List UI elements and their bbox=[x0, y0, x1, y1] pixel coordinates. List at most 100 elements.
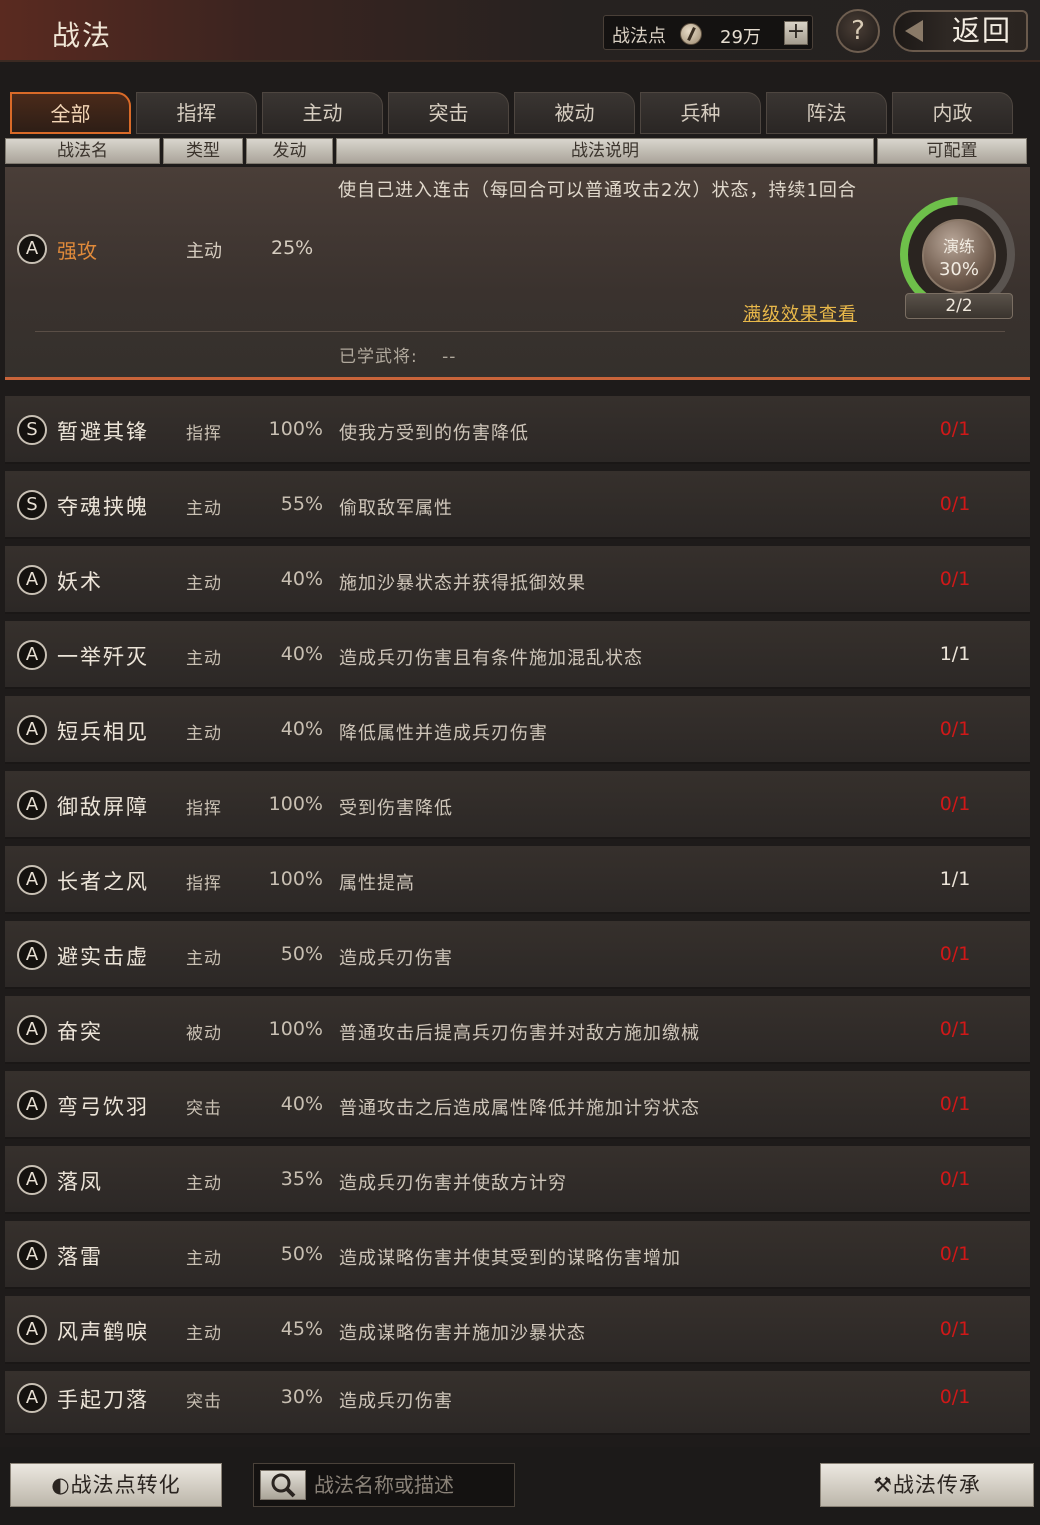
tactic-configurable-count: 1/1 bbox=[939, 643, 971, 665]
tactic-row[interactable]: A 御敌屏障 指挥 100% 受到伤害降低 0/1 bbox=[5, 771, 1030, 839]
tactic-description: 造成兵刃伤害并使敌方计穷 bbox=[339, 1173, 567, 1194]
search-box bbox=[253, 1463, 515, 1507]
tactic-description: 造成兵刃伤害 bbox=[339, 1391, 453, 1412]
column-header-name[interactable]: 战法名 bbox=[5, 138, 160, 164]
tactic-rate: 35% bbox=[280, 1168, 323, 1190]
tactic-description: 属性提高 bbox=[339, 873, 415, 894]
column-header-description: 战法说明 bbox=[336, 138, 874, 164]
tactic-name: 落雷 bbox=[57, 1245, 103, 1269]
grade-badge: A bbox=[17, 865, 47, 895]
back-label: 返回 bbox=[951, 14, 1012, 47]
page-title: 战法 bbox=[52, 19, 113, 52]
tactic-rate: 55% bbox=[280, 493, 323, 515]
column-header-type[interactable]: 类型 bbox=[163, 138, 243, 164]
tactic-type: 主动 bbox=[186, 499, 222, 519]
convert-label: 战法点转化 bbox=[70, 1473, 181, 1497]
tab-all[interactable]: 全部 bbox=[10, 92, 131, 134]
tactic-configurable-count: 0/1 bbox=[939, 1243, 971, 1265]
tactic-type: 主动 bbox=[186, 1249, 222, 1269]
practice-button[interactable]: 演练 30% bbox=[922, 219, 996, 293]
tactic-description: 造成兵刃伤害且有条件施加混乱状态 bbox=[339, 648, 643, 669]
category-tabs: 全部 指挥 主动 突击 被动 兵种 阵法 内政 bbox=[10, 92, 1030, 136]
tactic-row[interactable]: A 落凤 主动 35% 造成兵刃伤害并使敌方计穷 0/1 bbox=[5, 1146, 1030, 1214]
tactic-row[interactable]: S 暂避其锋 指挥 100% 使我方受到的伤害降低 0/1 bbox=[5, 396, 1030, 464]
grade-badge: A bbox=[17, 1240, 47, 1270]
tab-passive[interactable]: 被动 bbox=[514, 92, 635, 134]
tactic-name: 御敌屏障 bbox=[57, 795, 149, 819]
tactic-description: 使我方受到的伤害降低 bbox=[339, 423, 529, 444]
tab-command[interactable]: 指挥 bbox=[136, 92, 257, 134]
tactic-configurable-count: 0/1 bbox=[939, 493, 971, 515]
tactic-description: 使自己进入连击（每回合可以普通攻击2次）状态，持续1回合 bbox=[338, 180, 857, 201]
tactic-description: 降低属性并造成兵刃伤害 bbox=[339, 723, 548, 744]
tactic-row[interactable]: A 长者之风 指挥 100% 属性提高 1/1 bbox=[5, 846, 1030, 914]
tactic-description: 偷取敌军属性 bbox=[339, 498, 453, 519]
tactic-row[interactable]: A 一举歼灭 主动 40% 造成兵刃伤害且有条件施加混乱状态 1/1 bbox=[5, 621, 1030, 689]
help-button[interactable]: ? bbox=[836, 9, 880, 53]
search-input[interactable] bbox=[314, 1468, 510, 1502]
tactic-name: 短兵相见 bbox=[57, 720, 149, 744]
tactic-name: 长者之风 bbox=[57, 870, 149, 894]
column-header-rate[interactable]: 发动 bbox=[246, 138, 333, 164]
tactic-row[interactable]: A 短兵相见 主动 40% 降低属性并造成兵刃伤害 0/1 bbox=[5, 696, 1030, 764]
tactic-rate: 50% bbox=[280, 943, 323, 965]
tactic-configurable-count: 0/1 bbox=[939, 943, 971, 965]
column-header-configurable[interactable]: 可配置 bbox=[877, 138, 1027, 164]
tactic-level: 2/2 bbox=[905, 293, 1013, 319]
grade-badge: A bbox=[17, 234, 47, 264]
tab-active[interactable]: 主动 bbox=[262, 92, 383, 134]
add-points-button[interactable]: + bbox=[784, 21, 808, 45]
tactic-name: 暂避其锋 bbox=[57, 420, 149, 444]
tactic-type: 主动 bbox=[186, 574, 222, 594]
grade-badge: A bbox=[17, 1090, 47, 1120]
search-button[interactable] bbox=[260, 1470, 306, 1500]
convert-points-button[interactable]: ◐战法点转化 bbox=[10, 1463, 222, 1507]
tactic-description: 受到伤害降低 bbox=[339, 798, 453, 819]
tactic-row[interactable]: A 手起刀落 突击 30% 造成兵刃伤害 0/1 bbox=[5, 1371, 1030, 1435]
tactic-description: 造成谋略伤害并使其受到的谋略伤害增加 bbox=[339, 1248, 681, 1269]
tactic-name: 弯弓饮羽 bbox=[57, 1095, 149, 1119]
tactic-description: 造成谋略伤害并施加沙暴状态 bbox=[339, 1323, 586, 1344]
tactic-points-value: 29万 bbox=[720, 27, 761, 48]
tactic-rate: 50% bbox=[280, 1243, 323, 1265]
bottom-bar: ◐战法点转化 ⚒战法传承 bbox=[0, 1447, 1040, 1525]
tactic-row[interactable]: A 落雷 主动 50% 造成谋略伤害并使其受到的谋略伤害增加 0/1 bbox=[5, 1221, 1030, 1289]
tactic-rate: 25% bbox=[271, 237, 314, 259]
tactic-configurable-count: 0/1 bbox=[939, 1168, 971, 1190]
selected-tactic-detail[interactable]: A 强攻 主动 25% 使自己进入连击（每回合可以普通攻击2次）状态，持续1回合… bbox=[5, 167, 1030, 380]
tactic-configurable-count: 0/1 bbox=[939, 1093, 971, 1115]
detail-divider bbox=[35, 331, 1005, 332]
grade-badge: A bbox=[17, 1015, 47, 1045]
tab-formation[interactable]: 阵法 bbox=[766, 92, 887, 134]
full-level-effect-link[interactable]: 满级效果查看 bbox=[743, 300, 857, 326]
tactic-row[interactable]: A 避实击虚 主动 50% 造成兵刃伤害 0/1 bbox=[5, 921, 1030, 989]
tactic-rate: 30% bbox=[280, 1386, 323, 1408]
inherit-tactic-button[interactable]: ⚒战法传承 bbox=[820, 1463, 1034, 1507]
tactic-name: 落凤 bbox=[57, 1170, 103, 1194]
tactic-name: 一举歼灭 bbox=[57, 645, 149, 669]
tactic-configurable-count: 0/1 bbox=[939, 793, 971, 815]
tactic-configurable-count: 0/1 bbox=[939, 418, 971, 440]
tab-assault[interactable]: 突击 bbox=[388, 92, 509, 134]
back-button[interactable]: 返回 bbox=[893, 10, 1028, 52]
tactic-row[interactable]: A 妖术 主动 40% 施加沙暴状态并获得抵御效果 0/1 bbox=[5, 546, 1030, 614]
tactic-name: 避实击虚 bbox=[57, 945, 149, 969]
tactic-name: 风声鹤唳 bbox=[57, 1320, 149, 1344]
grade-badge: A bbox=[17, 1165, 47, 1195]
tactic-rate: 100% bbox=[268, 793, 323, 815]
tactic-type: 指挥 bbox=[186, 799, 222, 819]
tactic-rate: 40% bbox=[280, 718, 323, 740]
learned-label: 已学武将: bbox=[339, 347, 418, 367]
tactic-row[interactable]: A 风声鹤唳 主动 45% 造成谋略伤害并施加沙暴状态 0/1 bbox=[5, 1296, 1030, 1364]
convert-icon: ◐ bbox=[51, 1473, 71, 1497]
tab-internal-affairs[interactable]: 内政 bbox=[892, 92, 1013, 134]
tactic-row[interactable]: S 夺魂挟魄 主动 55% 偷取敌军属性 0/1 bbox=[5, 471, 1030, 539]
grade-badge: S bbox=[17, 490, 47, 520]
back-arrow-icon bbox=[905, 20, 923, 42]
tactic-row[interactable]: A 弯弓饮羽 突击 40% 普通攻击之后造成属性降低并施加计穷状态 0/1 bbox=[5, 1071, 1030, 1139]
tactic-rate: 40% bbox=[280, 643, 323, 665]
tab-troop[interactable]: 兵种 bbox=[640, 92, 761, 134]
practice-label: 演练 bbox=[942, 237, 975, 256]
tactic-row[interactable]: A 奋突 被动 100% 普通攻击后提高兵刃伤害并对敌方施加缴械 0/1 bbox=[5, 996, 1030, 1064]
tactic-name: 强攻 bbox=[57, 239, 97, 263]
